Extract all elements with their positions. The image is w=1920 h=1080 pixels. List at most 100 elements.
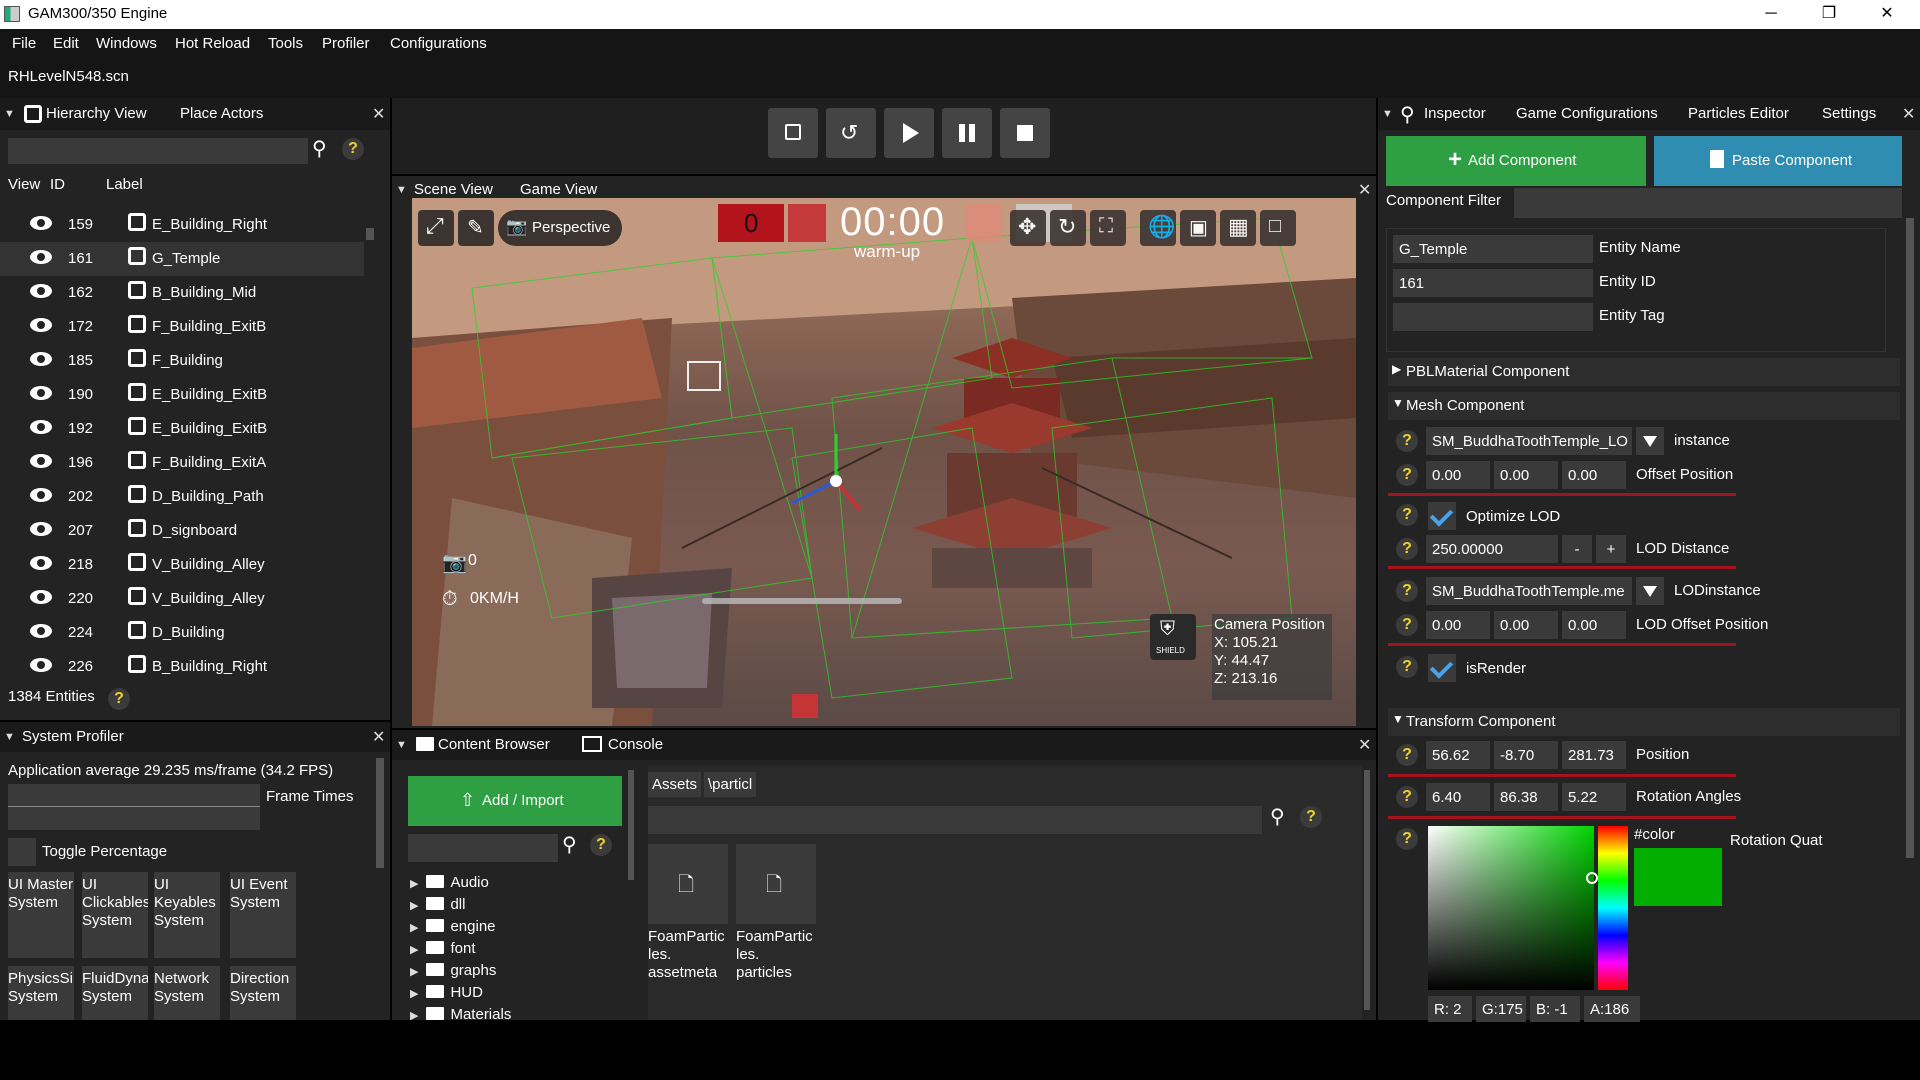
add-import-button[interactable]: ⇧ Add / Import: [408, 776, 622, 826]
list-item[interactable]: 220 V_Building_Alley: [0, 582, 364, 616]
entity-id-input[interactable]: 161: [1393, 269, 1593, 297]
position-z-field[interactable]: 281.73: [1562, 741, 1626, 769]
hierarchy-search-input[interactable]: [8, 138, 308, 164]
eye-icon[interactable]: [30, 284, 52, 298]
tab-scene-view[interactable]: Scene View: [414, 181, 493, 198]
breadcrumb-particles[interactable]: \particl: [704, 772, 757, 797]
tab-inspector[interactable]: Inspector: [1424, 105, 1486, 122]
hierarchy-scrollbar[interactable]: [366, 228, 374, 240]
eye-icon[interactable]: [30, 624, 52, 638]
help-icon[interactable]: ?: [1300, 806, 1322, 828]
folder-item[interactable]: ▶ Materials: [410, 1006, 511, 1020]
system-button[interactable]: UI Master System: [8, 872, 74, 958]
help-icon[interactable]: ?: [1396, 464, 1418, 486]
edit-tool-button[interactable]: ✎: [458, 210, 494, 246]
maximize-button[interactable]: ❐: [1806, 2, 1852, 26]
eye-icon[interactable]: [30, 556, 52, 570]
search-icon[interactable]: ⚲: [1270, 804, 1285, 829]
component-filter-input[interactable]: [1514, 188, 1902, 218]
color-a-field[interactable]: A:186: [1584, 996, 1640, 1022]
world-space-button[interactable]: 🌐: [1140, 210, 1176, 246]
scale-tool-button[interactable]: ⛶: [1090, 210, 1126, 246]
lod-instance-field[interactable]: SM_BuddhaToothTemple.me: [1426, 577, 1632, 605]
color-g-field[interactable]: G:175: [1476, 996, 1526, 1022]
tab-hierarchy-view[interactable]: Hierarchy View: [46, 105, 147, 122]
collapse-icon[interactable]: ▼: [396, 739, 407, 751]
folder-item[interactable]: ▶ dll: [410, 896, 465, 913]
entity-name-input[interactable]: G_Temple: [1393, 235, 1593, 263]
folder-scrollbar[interactable]: [628, 770, 634, 880]
stop-button[interactable]: [1000, 108, 1050, 158]
optimize-lod-checkbox[interactable]: [1428, 502, 1456, 530]
hue-slider[interactable]: [1598, 826, 1628, 990]
list-item[interactable]: 218 V_Building_Alley: [0, 548, 364, 582]
menu-windows[interactable]: Windows: [96, 35, 157, 52]
rotation-y-field[interactable]: 86.38: [1494, 783, 1558, 811]
list-item[interactable]: 172 F_Building_ExitB: [0, 310, 364, 344]
list-item[interactable]: 162 B_Building_Mid: [0, 276, 364, 310]
snap-button[interactable]: □: [1260, 210, 1296, 246]
is-render-checkbox[interactable]: [1428, 654, 1456, 682]
list-item-selected[interactable]: 161 G_Temple: [0, 242, 364, 276]
inspector-scrollbar[interactable]: [1906, 218, 1914, 858]
lod-offset-x-field[interactable]: 0.00: [1426, 611, 1490, 639]
system-button[interactable]: FluidDynamics System: [82, 966, 148, 1020]
system-button[interactable]: UI Clickables System: [82, 872, 148, 958]
reload-button[interactable]: ↺: [826, 108, 876, 158]
offset-y-field[interactable]: 0.00: [1494, 461, 1558, 489]
collapse-icon[interactable]: ▼: [1382, 108, 1393, 120]
tab-game-view[interactable]: Game View: [520, 181, 597, 198]
list-item[interactable]: 196 F_Building_ExitA: [0, 446, 364, 480]
eye-icon[interactable]: [30, 420, 52, 434]
help-icon[interactable]: ?: [590, 834, 612, 856]
folder-item[interactable]: ▶ HUD: [410, 984, 483, 1001]
mesh-instance-field[interactable]: SM_BuddhaToothTemple_LO: [1426, 427, 1632, 455]
system-button[interactable]: Network System: [154, 966, 220, 1020]
help-icon[interactable]: ?: [1396, 504, 1418, 526]
system-button[interactable]: PhysicsSimulation System: [8, 966, 74, 1020]
collapse-icon[interactable]: ▼: [396, 184, 407, 196]
rotation-z-field[interactable]: 5.22: [1562, 783, 1626, 811]
color-swatch[interactable]: [1634, 848, 1722, 906]
mesh-component-header[interactable]: ▼ Mesh Component: [1388, 392, 1900, 420]
list-item[interactable]: 207 D_signboard: [0, 514, 364, 548]
system-button[interactable]: UI Keyables System: [154, 872, 220, 958]
tab-particles-editor[interactable]: Particles Editor: [1688, 105, 1789, 122]
asset-file-assetmeta[interactable]: 🗋: [648, 844, 728, 924]
list-item[interactable]: 185 F_Building: [0, 344, 364, 378]
list-item[interactable]: 224 D_Building: [0, 616, 364, 650]
close-icon[interactable]: ✕: [1358, 735, 1371, 755]
help-icon[interactable]: ?: [1396, 538, 1418, 560]
list-item[interactable]: 159 E_Building_Right: [0, 208, 364, 242]
help-icon[interactable]: ?: [342, 138, 364, 160]
close-icon[interactable]: ✕: [372, 104, 385, 124]
toggle-percentage-checkbox[interactable]: [8, 838, 36, 866]
menu-hot-reload[interactable]: Hot Reload: [175, 35, 250, 52]
pause-button[interactable]: [942, 108, 992, 158]
breadcrumb-assets[interactable]: Assets: [648, 772, 702, 797]
menu-file[interactable]: File: [12, 35, 36, 52]
list-item[interactable]: 226 B_Building_Right: [0, 650, 364, 682]
minimize-button[interactable]: ─: [1748, 2, 1794, 26]
color-picker-square[interactable]: [1428, 826, 1598, 990]
color-b-field[interactable]: B: -1: [1530, 996, 1580, 1022]
perspective-toggle[interactable]: 📷 Perspective: [498, 210, 622, 246]
eye-icon[interactable]: [30, 590, 52, 604]
list-item[interactable]: 202 D_Building_Path: [0, 480, 364, 514]
eye-icon[interactable]: [30, 658, 52, 672]
save-button[interactable]: [768, 108, 818, 158]
eye-icon[interactable]: [30, 522, 52, 536]
close-window-button[interactable]: ✕: [1864, 2, 1910, 26]
fullscreen-button[interactable]: ⤢: [418, 210, 454, 246]
help-icon[interactable]: ?: [1396, 614, 1418, 636]
paste-component-button[interactable]: Paste Component: [1654, 136, 1902, 186]
folder-search-input[interactable]: [408, 834, 558, 862]
position-x-field[interactable]: 56.62: [1426, 741, 1490, 769]
eye-icon[interactable]: [30, 488, 52, 502]
help-icon[interactable]: ?: [1396, 580, 1418, 602]
color-r-field[interactable]: R: 2: [1428, 996, 1472, 1022]
folder-item[interactable]: ▶ Audio: [410, 874, 489, 891]
grid-button[interactable]: ▦: [1220, 210, 1256, 246]
move-tool-button[interactable]: ✥: [1010, 210, 1046, 246]
tab-settings[interactable]: Settings: [1822, 105, 1876, 122]
